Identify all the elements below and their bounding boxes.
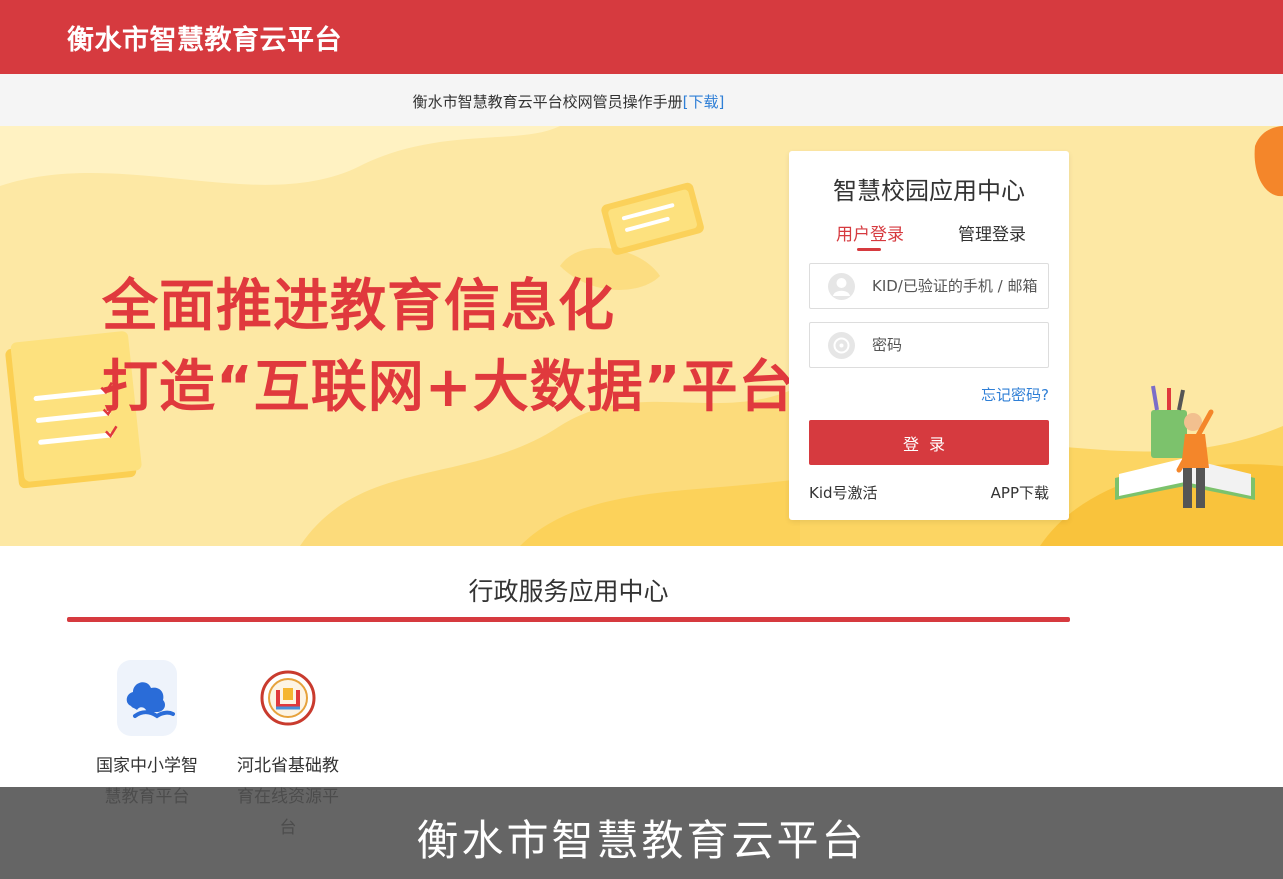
- caption-overlay: 衡水市智慧教育云平台: [0, 787, 1283, 879]
- manual-download-link[interactable]: [下载]: [683, 93, 725, 111]
- kid-field[interactable]: [809, 263, 1049, 309]
- user-icon: [828, 273, 855, 300]
- forgot-password-link[interactable]: 忘记密码?: [981, 384, 1049, 405]
- login-button[interactable]: 登录: [809, 420, 1049, 465]
- notice-text: 衡水市智慧教育云平台校网管员操作手册: [412, 93, 683, 111]
- tab-admin-login[interactable]: 管理登录: [958, 220, 1026, 245]
- caption-text: 衡水市智慧教育云平台: [416, 816, 867, 865]
- banner-slogan-line2: 打造“互联网+大数据”平台: [102, 355, 796, 420]
- login-panel-title: 智慧校园应用中心: [833, 177, 1025, 205]
- login-panel: 智慧校园应用中心 用户登录 管理登录 忘记密码? 登录 Kid号激活 APP下载: [789, 151, 1069, 520]
- section-divider: [67, 617, 1070, 622]
- password-field[interactable]: [809, 322, 1049, 368]
- notice-bar: 衡水市智慧教育云平台校网管员操作手册[下载]: [0, 74, 1283, 126]
- kid-activate-link[interactable]: Kid号激活: [809, 482, 878, 503]
- hero-banner: 全面推进教育信息化 打造“互联网+大数据”平台: [0, 126, 1283, 546]
- notice-content: 衡水市智慧教育云平台校网管员操作手册[下载]: [0, 91, 1137, 112]
- site-title: 衡水市智慧教育云平台: [67, 25, 342, 56]
- lock-icon: [828, 332, 855, 359]
- cloud-book-icon: [117, 660, 177, 736]
- password-input[interactable]: [872, 333, 1042, 357]
- banner-slogan-line1: 全面推进教育信息化: [102, 274, 615, 339]
- section-title: 行政服务应用中心: [468, 577, 669, 606]
- tab-user-login[interactable]: 用户登录: [836, 220, 904, 245]
- app-download-link[interactable]: APP下载: [991, 482, 1049, 503]
- kid-input[interactable]: [872, 274, 1042, 298]
- hebei-education-emblem-icon: [258, 660, 318, 736]
- top-header-bar: 衡水市智慧教育云平台: [0, 0, 1283, 74]
- active-tab-indicator: [857, 248, 881, 251]
